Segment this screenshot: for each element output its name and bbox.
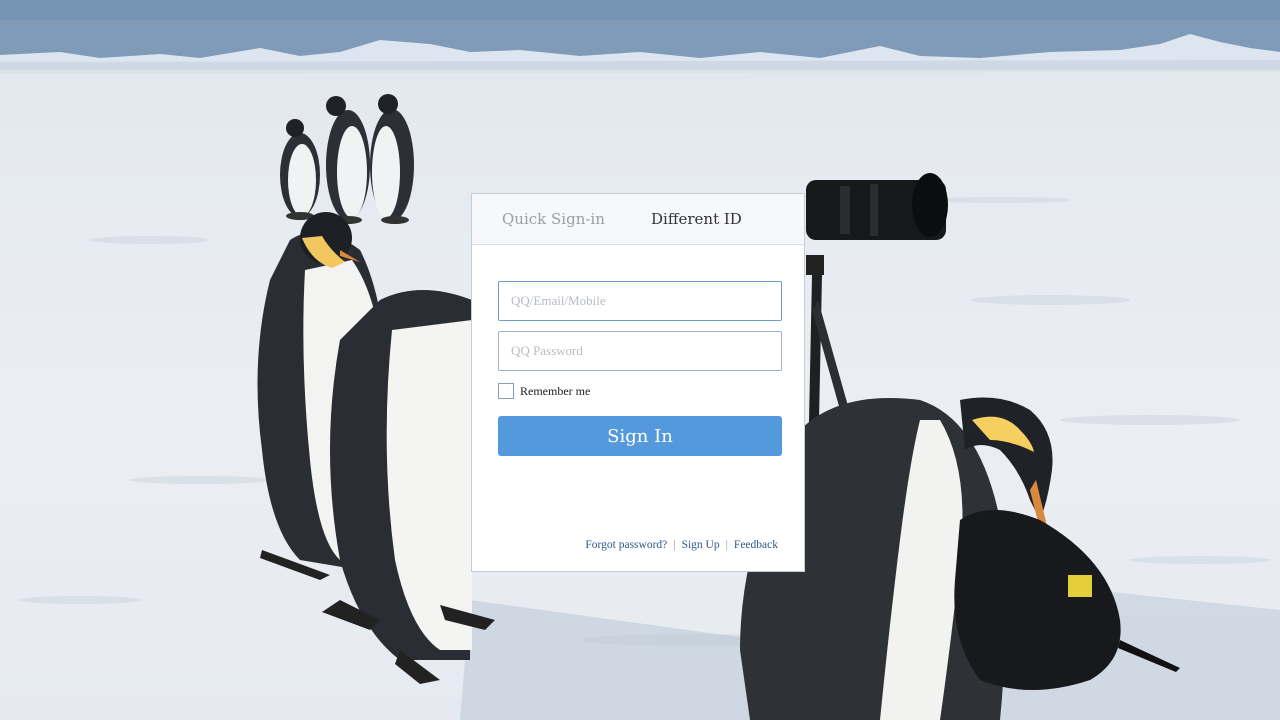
remember-me-row: Remember me: [498, 382, 590, 400]
background-photo: Quick Sign-in Different ID Remember me S…: [0, 0, 1280, 720]
forgot-password-link[interactable]: Forgot password?: [585, 539, 667, 551]
login-tabs: Quick Sign-in Different ID: [472, 194, 804, 245]
remember-me-checkbox[interactable]: [498, 383, 514, 399]
tab-quick-signin[interactable]: Quick Sign-in: [502, 210, 605, 228]
username-input[interactable]: [498, 281, 782, 321]
remember-me-label[interactable]: Remember me: [520, 384, 590, 399]
footer-links: Forgot password? | Sign Up | Feedback: [585, 539, 778, 551]
password-input[interactable]: [498, 331, 782, 371]
signup-link[interactable]: Sign Up: [682, 539, 720, 551]
link-separator: |: [673, 539, 676, 551]
login-dialog: Quick Sign-in Different ID Remember me S…: [471, 193, 805, 572]
feedback-link[interactable]: Feedback: [734, 539, 778, 551]
tab-different-id[interactable]: Different ID: [651, 210, 742, 228]
signin-button[interactable]: Sign In: [498, 416, 782, 456]
link-separator: |: [725, 539, 728, 551]
